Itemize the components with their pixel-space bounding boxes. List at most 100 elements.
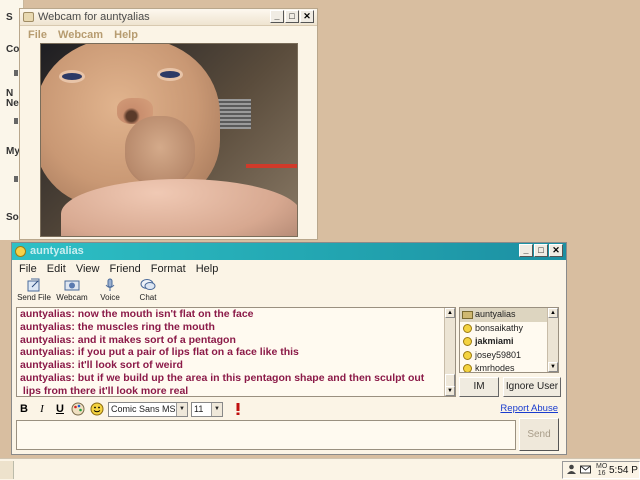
smiley-icon	[90, 402, 104, 416]
bold-button[interactable]: B	[16, 402, 32, 417]
menu-view[interactable]: View	[76, 263, 100, 275]
menu-webcam[interactable]: Webcam	[58, 29, 103, 41]
format-toolbar: B I U Comic Sans MS ▼ 11 ▼ Report Abuse	[12, 401, 566, 419]
scroll-down-arrow-icon[interactable]: ▼	[548, 362, 558, 372]
emoticon-button[interactable]	[89, 402, 105, 417]
message-input[interactable]	[16, 420, 516, 450]
user-name: josey59801	[475, 349, 522, 360]
im-menu-bar: File Edit View Friend Format Help	[12, 260, 566, 278]
chat-bubble-icon	[140, 279, 156, 290]
menu-help[interactable]: Help	[114, 29, 138, 41]
chevron-down-icon[interactable]: ▼	[176, 403, 187, 416]
close-button[interactable]: ✕	[549, 244, 563, 257]
report-abuse-link[interactable]: Report Abuse	[500, 403, 558, 414]
menu-format[interactable]: Format	[151, 263, 186, 275]
desktop-icon	[14, 176, 18, 182]
text-color-button[interactable]	[70, 402, 86, 417]
taskbar: MO 16 5:54 P	[0, 458, 640, 480]
underline-button[interactable]: U	[52, 402, 68, 417]
chat-message: auntyalias: if you put a pair of lips fl…	[20, 346, 299, 359]
font-family-value: Comic Sans MS	[111, 404, 176, 414]
font-size-value: 11	[194, 404, 204, 414]
smiley-icon	[463, 364, 472, 372]
webcam-window: Webcam for auntyalias _ □ ✕ File Webcam He…	[19, 8, 318, 240]
user-list-item[interactable]: josey59801	[460, 349, 558, 363]
minimize-button[interactable]: _	[270, 10, 284, 23]
send-file-icon	[27, 278, 40, 292]
desktop-icon	[14, 118, 18, 124]
feed-eye	[59, 70, 85, 83]
chat-button[interactable]: Chat	[128, 278, 168, 302]
chat-message: auntyalias: but if we build up the area …	[20, 371, 425, 384]
webcam-video-feed	[40, 43, 298, 237]
webcam-title-bar[interactable]: Webcam for auntyalias _ □ ✕	[20, 9, 317, 26]
user-name: auntyalias	[475, 309, 516, 319]
maximize-button[interactable]: □	[534, 244, 548, 257]
im-conversation-window: auntyalias _ □ ✕ File Edit View Friend For…	[11, 242, 567, 455]
menu-edit[interactable]: Edit	[47, 263, 66, 275]
alert-button[interactable]	[230, 402, 246, 417]
font-family-select[interactable]: Comic Sans MS ▼	[108, 402, 188, 417]
smiley-icon	[15, 246, 26, 257]
chat-message: auntyalias: and it makes sort of a penta…	[20, 333, 236, 346]
palette-icon	[71, 402, 85, 416]
feed-background-object	[246, 164, 297, 168]
chat-message: auntyalias: now the mouth isn't flat on …	[20, 308, 254, 320]
user-list-item[interactable]: kmrhodes	[460, 362, 558, 373]
mail-icon[interactable]	[580, 464, 591, 475]
scroll-up-arrow-icon[interactable]: ▲	[445, 308, 455, 318]
chat-user-list: auntyalias bonsaikathy jakmiami josey598…	[459, 307, 559, 373]
webcam-label: Webcam	[56, 293, 88, 302]
webcam-window-title: Webcam for auntyalias	[38, 11, 150, 23]
maximize-button[interactable]: □	[285, 10, 299, 23]
smiley-icon	[463, 323, 472, 333]
menu-friend[interactable]: Friend	[110, 263, 141, 275]
webcam-button[interactable]: Webcam	[52, 278, 92, 302]
chat-messages: auntyalias: now the mouth isn't flat on …	[20, 308, 443, 398]
chat-log[interactable]: auntyalias: now the mouth isn't flat on …	[16, 307, 456, 397]
smiley-icon	[463, 350, 472, 360]
close-button[interactable]: ✕	[300, 10, 314, 23]
menu-file[interactable]: File	[28, 29, 47, 41]
chat-scrollbar[interactable]: ▲ ▼	[444, 308, 455, 396]
chat-message: auntyalias: the muscles ring the mouth	[20, 320, 215, 333]
webcam-icon	[64, 280, 80, 291]
user-list-scrollbar[interactable]: ▲ ▼	[547, 308, 558, 372]
voice-label: Voice	[100, 293, 120, 302]
start-button[interactable]	[0, 461, 14, 479]
smiley-icon	[463, 337, 472, 346]
user-name: bonsaikathy	[475, 322, 524, 333]
chevron-down-icon[interactable]: ▼	[211, 403, 222, 416]
user-list-item[interactable]: bonsaikathy	[460, 322, 558, 336]
feed-eye	[157, 68, 183, 81]
send-file-label: Send File	[17, 293, 51, 302]
voice-button[interactable]: Voice	[90, 278, 130, 302]
microphone-icon	[105, 278, 115, 291]
minimize-button[interactable]: _	[519, 244, 533, 257]
tray-day: MO 16	[596, 463, 608, 477]
im-toolbar: Send File Webcam Voice Chat	[12, 278, 566, 306]
ignore-user-button[interactable]: Ignore User	[503, 377, 561, 397]
im-button[interactable]: IM	[459, 377, 499, 397]
chat-message: auntyalias: it'll look sort of weird	[20, 359, 183, 372]
scroll-up-arrow-icon[interactable]: ▲	[548, 308, 558, 318]
clock[interactable]: 5:54 P	[609, 465, 638, 476]
chat-message: lips from there it'll look more real	[20, 384, 189, 397]
menu-file[interactable]: File	[19, 263, 37, 275]
user-name: jakmiami	[475, 336, 514, 346]
user-list-item[interactable]: jakmiami	[460, 335, 558, 349]
font-size-select[interactable]: 11 ▼	[191, 402, 223, 417]
menu-help[interactable]: Help	[196, 263, 219, 275]
italic-button[interactable]: I	[34, 402, 50, 417]
user-name: kmrhodes	[475, 363, 515, 373]
scroll-down-arrow-icon[interactable]: ▼	[445, 386, 455, 396]
exclamation-icon	[236, 403, 240, 415]
user-status-icon[interactable]	[566, 464, 577, 475]
user-list-item[interactable]: auntyalias	[460, 308, 558, 322]
send-button[interactable]: Send	[519, 418, 559, 451]
webcam-window-icon	[23, 12, 34, 22]
im-title-bar[interactable]: auntyalias _ □ ✕	[12, 243, 566, 260]
im-window-title: auntyalias	[30, 245, 84, 257]
feed-mouth	[125, 116, 195, 186]
send-file-button[interactable]: Send File	[14, 278, 54, 302]
